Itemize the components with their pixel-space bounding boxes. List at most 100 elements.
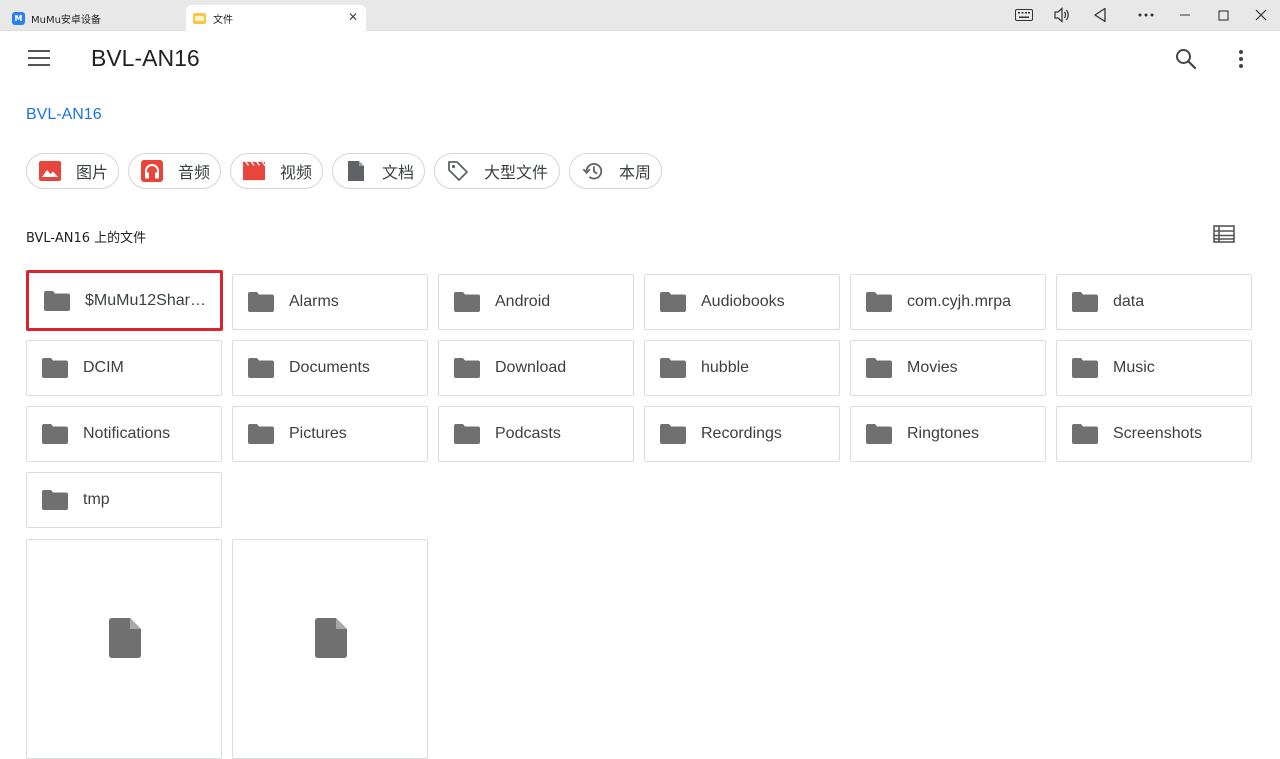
folder-item[interactable]: Recordings bbox=[644, 406, 840, 462]
search-icon[interactable] bbox=[1174, 47, 1198, 71]
folder-name: Screenshots bbox=[1113, 425, 1202, 442]
chip-label: 大型文件 bbox=[484, 163, 549, 182]
movie-icon bbox=[243, 160, 265, 182]
folder-icon bbox=[248, 292, 274, 312]
window-tab-label: 文件 bbox=[213, 14, 233, 26]
window-titlebar: M MuMu安卓设备 文件 ✕ bbox=[0, 0, 1280, 31]
folder-item[interactable]: Ringtones bbox=[850, 406, 1046, 462]
folder-icon bbox=[1072, 292, 1098, 312]
chip-label: 图片 bbox=[76, 163, 109, 182]
folder-icon bbox=[660, 424, 686, 444]
file-card[interactable] bbox=[232, 539, 428, 759]
file-card[interactable] bbox=[26, 539, 222, 759]
list-view-icon[interactable] bbox=[1213, 224, 1235, 244]
folder-icon bbox=[660, 292, 686, 312]
folder-item[interactable]: Documents bbox=[232, 340, 428, 396]
folder-icon bbox=[1072, 358, 1098, 378]
folder-item[interactable]: DCIM bbox=[26, 340, 222, 396]
folder-icon bbox=[454, 292, 480, 312]
folder-icon bbox=[660, 358, 686, 378]
app-bar: BVL-AN16 bbox=[0, 31, 1280, 87]
folder-item[interactable]: Download bbox=[438, 340, 634, 396]
section-label: BVL-AN16 上的文件 bbox=[26, 231, 147, 246]
folder-item[interactable]: Music bbox=[1056, 340, 1252, 396]
folder-name: com.cyjh.mrpa bbox=[907, 293, 1012, 310]
folder-item[interactable]: hubble bbox=[644, 340, 840, 396]
folder-name: Music bbox=[1113, 359, 1155, 376]
folder-icon bbox=[1072, 424, 1098, 444]
chip-video[interactable]: 视频 bbox=[230, 153, 323, 189]
folder-item[interactable]: data bbox=[1056, 274, 1252, 330]
document-icon bbox=[345, 160, 367, 182]
folder-name: Download bbox=[495, 359, 567, 376]
chip-label: 视频 bbox=[280, 163, 313, 182]
chip-images[interactable]: 图片 bbox=[26, 153, 119, 189]
more-horizontal-icon[interactable] bbox=[1134, 4, 1158, 26]
chip-audio[interactable]: 音频 bbox=[128, 153, 221, 189]
folder-name: Alarms bbox=[289, 293, 339, 310]
folder-item[interactable]: Notifications bbox=[26, 406, 222, 462]
folder-item[interactable]: Android bbox=[438, 274, 634, 330]
window-tab-files[interactable]: 文件 ✕ bbox=[186, 5, 366, 31]
folder-name: Android bbox=[495, 293, 551, 310]
folder-icon bbox=[42, 490, 68, 510]
chip-large-files[interactable]: 大型文件 bbox=[434, 153, 560, 189]
folder-name: $MuMu12Shar… bbox=[85, 291, 206, 309]
folder-name: Recordings bbox=[701, 425, 782, 442]
close-icon[interactable] bbox=[1249, 4, 1273, 26]
folder-name: Movies bbox=[907, 359, 958, 376]
chip-label: 本周 bbox=[619, 163, 652, 182]
folder-item[interactable]: $MuMu12Shar… bbox=[26, 270, 223, 331]
folder-name: Podcasts bbox=[495, 425, 561, 442]
folder-item[interactable]: Audiobooks bbox=[644, 274, 840, 330]
folder-icon bbox=[44, 290, 70, 311]
hamburger-menu-icon[interactable] bbox=[28, 50, 52, 68]
window-tab-mumu[interactable]: M MuMu安卓设备 bbox=[6, 5, 184, 31]
folder-name: Pictures bbox=[289, 425, 347, 442]
page-title: BVL-AN16 bbox=[91, 45, 200, 71]
history-icon bbox=[582, 160, 604, 182]
folder-name: DCIM bbox=[83, 359, 124, 376]
minimize-icon[interactable] bbox=[1173, 4, 1197, 26]
folder-icon bbox=[42, 424, 68, 444]
folder-name: Documents bbox=[289, 359, 370, 376]
folder-item[interactable]: Pictures bbox=[232, 406, 428, 462]
folder-icon bbox=[866, 358, 892, 378]
chip-documents[interactable]: 文档 bbox=[332, 153, 425, 189]
folder-icon bbox=[454, 358, 480, 378]
headphones-icon bbox=[141, 160, 163, 182]
folder-item[interactable]: Alarms bbox=[232, 274, 428, 330]
volume-icon[interactable] bbox=[1050, 4, 1074, 26]
folder-icon bbox=[193, 12, 206, 24]
folder-name: hubble bbox=[701, 359, 750, 376]
window-tab-label: MuMu安卓设备 bbox=[31, 14, 101, 26]
chip-label: 文档 bbox=[382, 163, 415, 182]
breadcrumb[interactable]: BVL-AN16 bbox=[26, 106, 102, 124]
more-vertical-icon[interactable] bbox=[1230, 47, 1252, 71]
keyboard-icon[interactable] bbox=[1012, 4, 1036, 26]
folder-icon bbox=[866, 424, 892, 444]
folder-icon bbox=[454, 424, 480, 444]
maximize-icon[interactable] bbox=[1211, 4, 1235, 26]
folder-item[interactable]: com.cyjh.mrpa bbox=[850, 274, 1046, 330]
mumu-logo-icon: M bbox=[12, 11, 25, 25]
folder-icon bbox=[248, 424, 274, 444]
back-icon[interactable] bbox=[1089, 4, 1111, 26]
folder-name: tmp bbox=[83, 491, 110, 508]
chip-this-week[interactable]: 本周 bbox=[569, 153, 662, 189]
folder-item[interactable]: Movies bbox=[850, 340, 1046, 396]
folder-icon bbox=[42, 358, 68, 378]
file-icon bbox=[109, 618, 141, 658]
folder-icon bbox=[866, 292, 892, 312]
folder-name: Notifications bbox=[83, 425, 171, 442]
tag-icon bbox=[447, 160, 469, 182]
tab-close-icon[interactable]: ✕ bbox=[348, 10, 358, 24]
folder-item[interactable]: Screenshots bbox=[1056, 406, 1252, 462]
image-icon bbox=[39, 160, 61, 182]
folder-name: Audiobooks bbox=[701, 293, 785, 310]
chip-label: 音频 bbox=[178, 163, 211, 182]
file-icon bbox=[315, 618, 347, 658]
folder-item[interactable]: Podcasts bbox=[438, 406, 634, 462]
folder-name: data bbox=[1113, 293, 1145, 310]
folder-item[interactable]: tmp bbox=[26, 472, 222, 528]
